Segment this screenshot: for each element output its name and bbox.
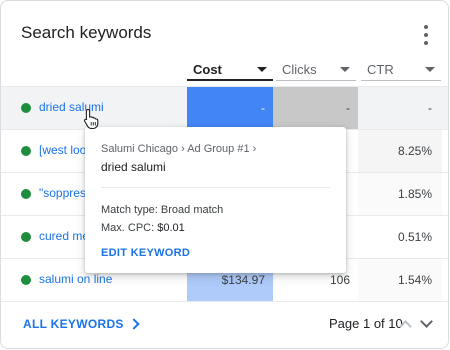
table-row[interactable]: dried salumi - - - — [1, 86, 448, 129]
page-down-button[interactable] — [420, 315, 434, 329]
caret-down-icon — [257, 66, 267, 72]
tooltip-keyword: dried salumi — [101, 160, 166, 174]
card-title: Search keywords — [21, 23, 152, 42]
page-up-button[interactable] — [399, 319, 413, 333]
ctr-cell: 1.54% — [358, 259, 442, 301]
chevron-down-icon — [420, 315, 433, 328]
ctr-cell: - — [358, 87, 442, 129]
keyword-link[interactable]: salumi on line — [39, 272, 112, 286]
max-cpc-label: Max. CPC: — [101, 222, 155, 234]
match-type-line: Match type: Broad match — [101, 204, 223, 216]
column-header-cost[interactable]: Cost — [187, 59, 273, 81]
column-header-label: Clicks — [282, 62, 317, 77]
caret-down-icon — [425, 67, 435, 72]
column-header-clicks[interactable]: Clicks — [276, 59, 356, 81]
status-dot-icon — [21, 232, 31, 242]
all-keywords-link[interactable]: ALL KEYWORDS — [23, 317, 140, 331]
status-dot-icon — [21, 189, 31, 199]
status-dot-icon — [21, 146, 31, 156]
caret-down-icon — [340, 67, 350, 72]
cost-cell: - — [187, 87, 273, 129]
status-dot-icon — [21, 275, 31, 285]
footer-divider — [1, 301, 448, 302]
all-keywords-label: ALL KEYWORDS — [23, 317, 124, 331]
page-indicator: Page 1 of 10 — [329, 316, 403, 331]
column-header-label: Cost — [193, 61, 222, 77]
tooltip-divider — [101, 187, 330, 188]
max-cpc-value: $0.01 — [157, 222, 185, 234]
max-cpc-line: Max. CPC: $0.01 — [101, 222, 185, 234]
more-vert-icon[interactable] — [418, 25, 434, 45]
match-type-label: Match type: — [101, 204, 158, 216]
clicks-cell: - — [273, 87, 358, 129]
hand-pointer-icon — [84, 108, 99, 130]
keyword-tooltip: Salumi Chicago › Ad Group #1 › dried sal… — [85, 127, 346, 273]
match-type-value: Broad match — [160, 204, 224, 216]
keyword-link[interactable]: cured me — [39, 229, 89, 243]
keyword-link[interactable]: "soppress — [39, 186, 92, 200]
chevron-right-icon — [128, 318, 140, 330]
keyword-link[interactable]: [west loo — [39, 143, 86, 157]
ctr-cell: 8.25% — [358, 130, 442, 172]
tooltip-breadcrumb: Salumi Chicago › Ad Group #1 › — [101, 143, 257, 155]
column-header-label: CTR — [367, 62, 394, 77]
ctr-cell: 1.85% — [358, 173, 442, 215]
ctr-cell: 0.51% — [397, 230, 432, 244]
status-dot-icon — [21, 103, 31, 113]
column-header-ctr[interactable]: CTR — [361, 59, 441, 81]
edit-keyword-button[interactable]: EDIT KEYWORD — [101, 247, 190, 259]
